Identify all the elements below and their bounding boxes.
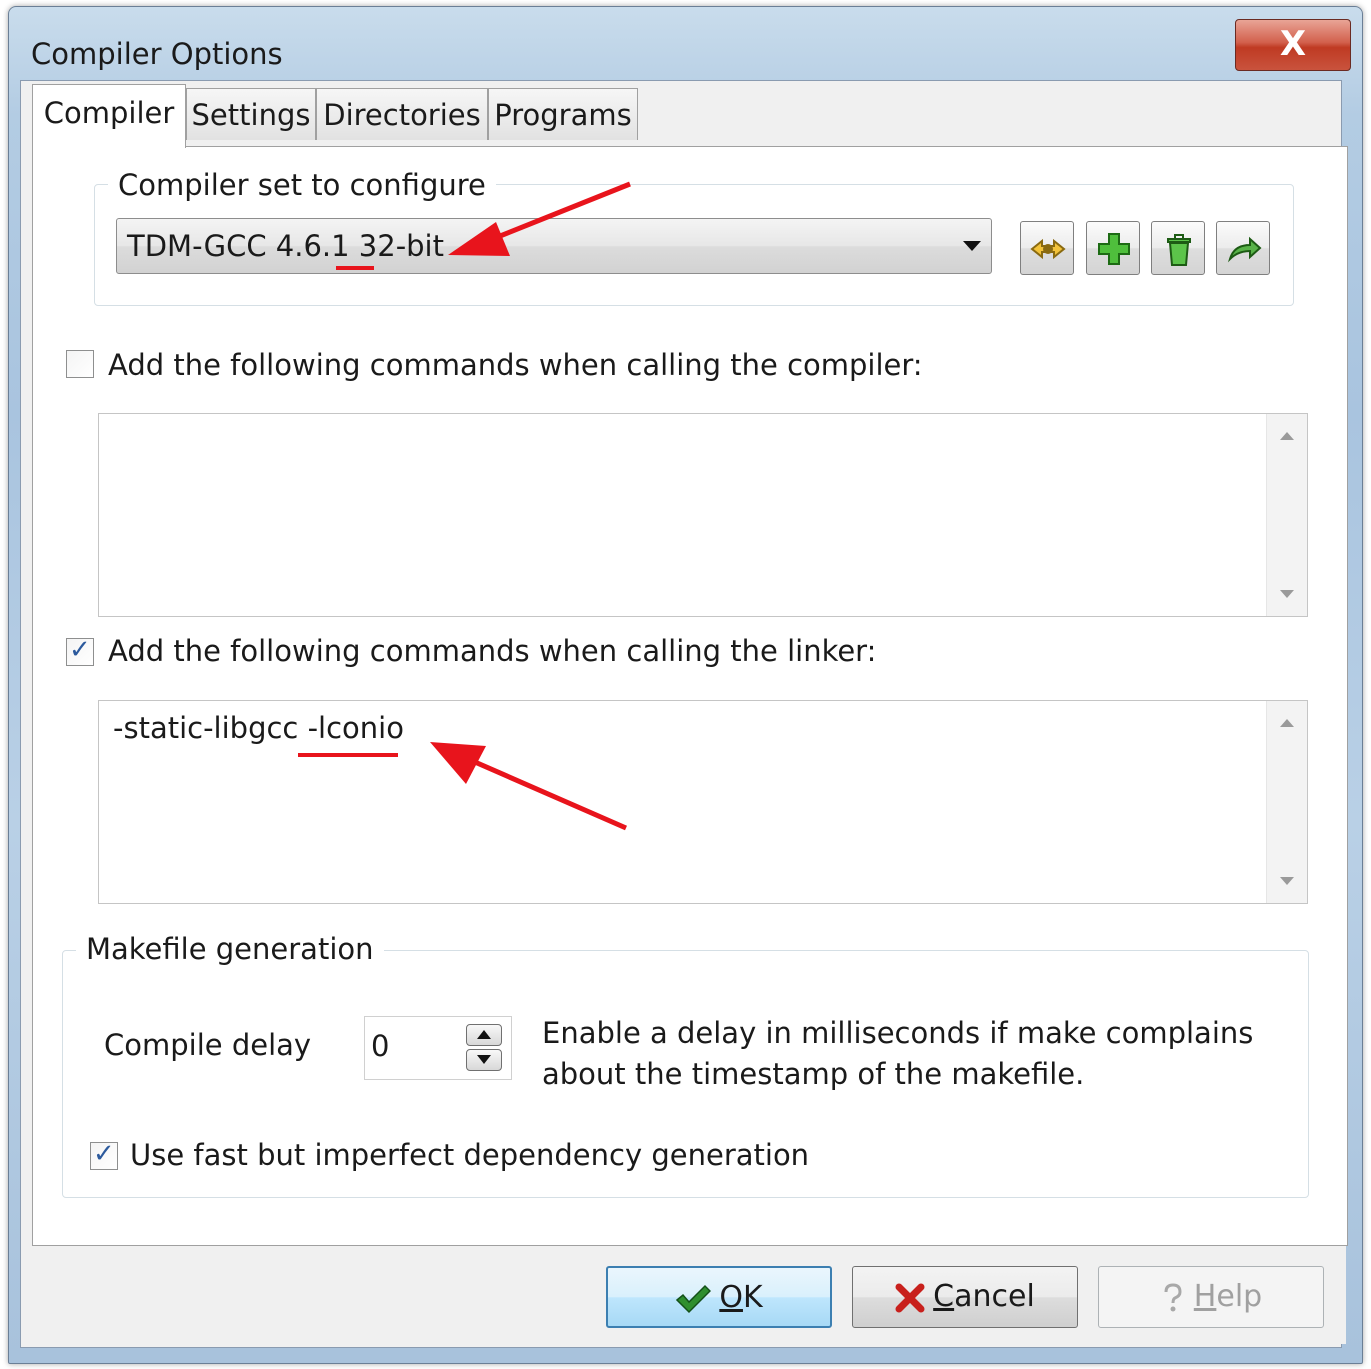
compile-delay-label: Compile delay bbox=[104, 1028, 312, 1062]
scroll-up-icon[interactable] bbox=[1280, 719, 1294, 727]
compiler-commands-label: Add the following commands when calling … bbox=[108, 348, 923, 382]
cancel-x-icon bbox=[895, 1283, 925, 1312]
find-compilers-button[interactable] bbox=[1020, 221, 1074, 275]
help-label-rest: elp bbox=[1216, 1279, 1263, 1314]
fast-dependency-checkbox[interactable]: ✓ bbox=[90, 1139, 118, 1170]
rename-compiler-button[interactable] bbox=[1216, 221, 1270, 275]
compiler-set-dropdown[interactable]: TDM-GCC 4.6.1 32-bit bbox=[116, 218, 992, 274]
rename-arrow-icon bbox=[1227, 236, 1262, 263]
tab-settings[interactable]: Settings bbox=[186, 88, 316, 140]
tab-programs[interactable]: Programs bbox=[488, 88, 638, 140]
close-button[interactable]: X bbox=[1235, 19, 1351, 71]
help-question-icon bbox=[1164, 1282, 1182, 1311]
scroll-down-icon[interactable] bbox=[1280, 590, 1294, 598]
scroll-down-icon[interactable] bbox=[1280, 877, 1294, 885]
help-mnemonic: H bbox=[1193, 1279, 1217, 1314]
window-title: Compiler Options bbox=[31, 37, 283, 71]
linker-commands-label: Add the following commands when calling … bbox=[108, 634, 877, 668]
find-compilers-icon bbox=[1030, 238, 1066, 260]
help-button[interactable]: Help bbox=[1098, 1266, 1324, 1328]
compiler-set-group-label: Compiler set to configure bbox=[108, 168, 496, 202]
vertical-scrollbar[interactable] bbox=[1266, 701, 1307, 903]
ok-mnemonic: O bbox=[719, 1280, 743, 1315]
add-compiler-button[interactable] bbox=[1086, 221, 1140, 275]
tab-directories[interactable]: Directories bbox=[316, 88, 488, 140]
spin-down-button[interactable] bbox=[466, 1049, 502, 1071]
delete-compiler-button[interactable] bbox=[1151, 221, 1205, 275]
checkmark-icon bbox=[676, 1284, 712, 1313]
compile-delay-value: 0 bbox=[371, 1029, 390, 1063]
spin-down-icon bbox=[477, 1055, 491, 1064]
cancel-button[interactable]: Cancel bbox=[852, 1266, 1078, 1328]
chevron-down-icon bbox=[963, 241, 981, 251]
spin-up-icon bbox=[477, 1030, 491, 1039]
vertical-scrollbar[interactable] bbox=[1266, 414, 1307, 616]
checkmark-icon: ✓ bbox=[69, 635, 91, 665]
checkmark-icon: ✓ bbox=[93, 1139, 115, 1169]
linker-commands-textarea[interactable]: -static-libgcc -lconio bbox=[98, 700, 1308, 904]
ok-button[interactable]: OK bbox=[606, 1266, 832, 1328]
compiler-set-selected: TDM-GCC 4.6.1 32-bit bbox=[127, 229, 444, 263]
delay-help-text-line2: about the timestamp of the makefile. bbox=[542, 1057, 1085, 1091]
trash-icon bbox=[1167, 234, 1191, 266]
spin-up-button[interactable] bbox=[466, 1024, 502, 1046]
add-compiler-icon bbox=[1098, 233, 1130, 265]
tab-compiler[interactable]: Compiler bbox=[32, 84, 186, 148]
cancel-label-rest: ancel bbox=[954, 1279, 1035, 1314]
delay-help-text-line1: Enable a delay in milliseconds if make c… bbox=[542, 1016, 1254, 1050]
compiler-commands-textarea[interactable] bbox=[98, 413, 1308, 617]
ok-label-rest: K bbox=[742, 1280, 763, 1315]
compiler-commands-checkbox[interactable] bbox=[66, 350, 94, 378]
scroll-up-icon[interactable] bbox=[1280, 432, 1294, 440]
linker-commands-value: -static-libgcc -lconio bbox=[113, 711, 404, 745]
fast-dependency-label: Use fast but imperfect dependency genera… bbox=[130, 1138, 810, 1172]
makefile-group-label: Makefile generation bbox=[76, 932, 384, 966]
cancel-mnemonic: C bbox=[933, 1279, 955, 1314]
linker-commands-checkbox[interactable]: ✓ bbox=[66, 635, 94, 666]
